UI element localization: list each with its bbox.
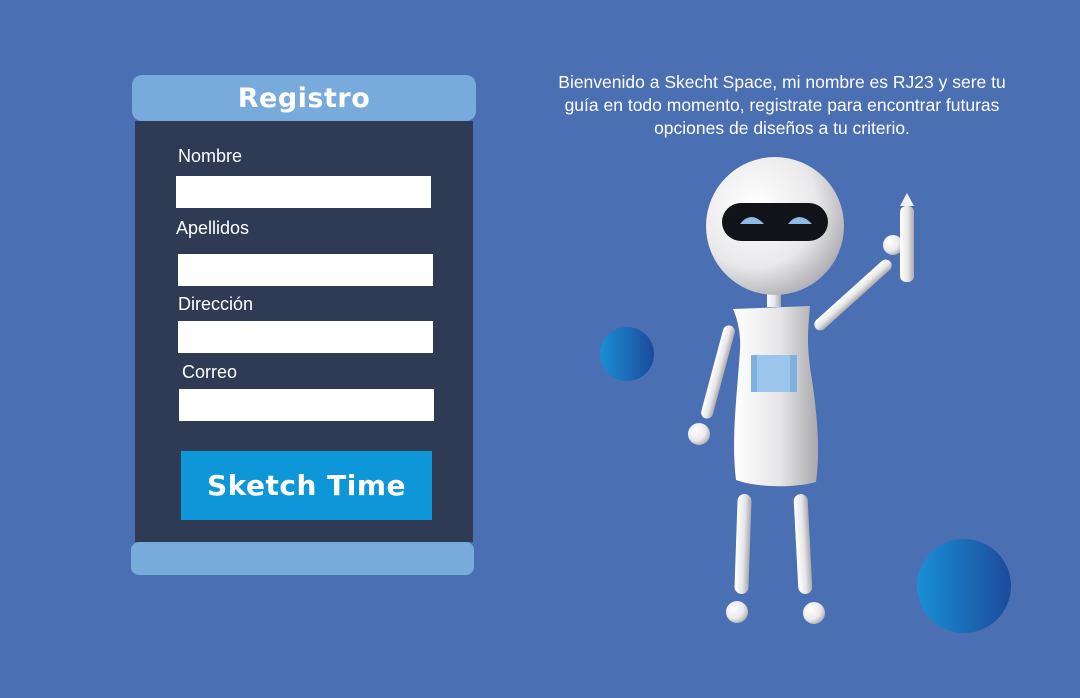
decorative-sphere	[917, 539, 1011, 633]
decorative-sphere	[600, 327, 654, 381]
robot-illustration	[688, 157, 914, 624]
robot-scene	[600, 157, 1011, 633]
pencil-icon	[900, 193, 914, 282]
